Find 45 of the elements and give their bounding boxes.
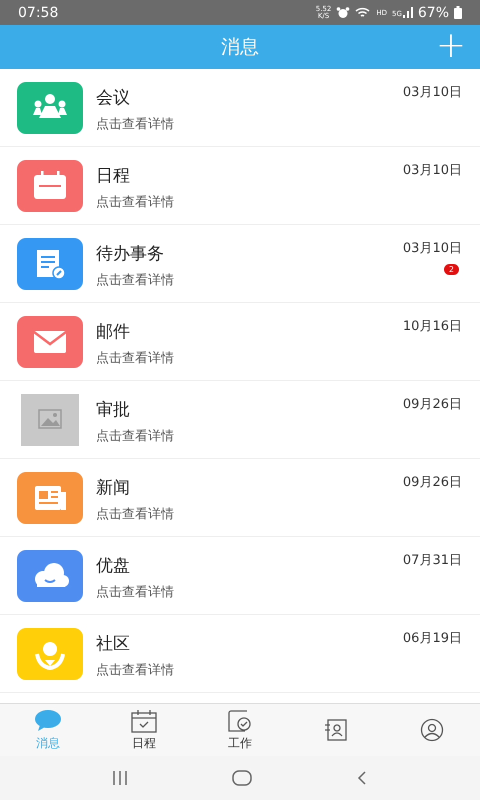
message-subtitle: 点击查看详情 <box>96 116 175 133</box>
chat-bubble-icon <box>33 708 63 732</box>
message-title: 新闻 <box>96 477 131 499</box>
message-title: 日程 <box>96 165 131 187</box>
message-item[interactable]: 社区 点击查看详情 06月19日 <box>0 615 480 693</box>
message-subtitle: 点击查看详情 <box>96 584 175 601</box>
message-title: 邮件 <box>96 321 131 343</box>
message-title: 审批 <box>96 399 131 421</box>
message-item[interactable]: 优盘 点击查看详情 07月31日 <box>0 537 480 615</box>
message-title: 优盘 <box>96 555 131 577</box>
home-icon[interactable] <box>232 770 252 786</box>
message-title: 会议 <box>96 87 131 109</box>
message-subtitle: 点击查看详情 <box>96 428 175 445</box>
message-subtitle: 点击查看详情 <box>96 662 175 679</box>
page-title: 消息 <box>221 35 259 60</box>
battery-icon <box>454 6 462 19</box>
message-item[interactable]: 邮件 点击查看详情 10月16日 <box>0 303 480 381</box>
battery-level: 67% <box>418 4 449 20</box>
message-subtitle: 点击查看详情 <box>96 350 175 367</box>
message-date: 09月26日 <box>402 474 462 491</box>
message-date: 09月26日 <box>402 396 462 413</box>
message-date: 03月10日 <box>402 84 462 101</box>
message-item[interactable]: 新闻 点击查看详情 09月26日 <box>0 459 480 537</box>
message-item[interactable]: 日程 点击查看详情 03月10日 <box>0 147 480 225</box>
message-subtitle: 点击查看详情 <box>96 272 175 289</box>
message-subtitle: 点击查看详情 <box>96 194 175 211</box>
message-item[interactable]: 会议 点击查看详情 03月10日 <box>0 69 480 147</box>
message-subtitle: 点击查看详情 <box>96 506 175 523</box>
tab[interactable]: 日程 <box>96 704 192 756</box>
message-title: 社区 <box>96 633 131 655</box>
wifi-icon <box>355 6 372 18</box>
message-title: 待办事务 <box>96 243 165 265</box>
message-date: 10月16日 <box>402 318 462 335</box>
calendar-icon <box>129 708 159 732</box>
message-item[interactable]: 待办事务 点击查看详情 03月10日 2 <box>0 225 480 303</box>
clock: 07:58 <box>18 4 58 20</box>
message-date: 06月19日 <box>402 630 462 647</box>
message-date: 03月10日 <box>402 240 462 257</box>
message-date: 03月10日 <box>402 162 462 179</box>
message-item[interactable]: 审批 点击查看详情 09月26日 <box>0 381 480 459</box>
message-date: 07月31日 <box>402 552 462 569</box>
unread-count: 2 <box>444 264 459 275</box>
tab[interactable]: 工作 <box>192 704 288 756</box>
recent-apps-icon[interactable] <box>111 771 130 785</box>
signal-icon <box>402 7 413 18</box>
